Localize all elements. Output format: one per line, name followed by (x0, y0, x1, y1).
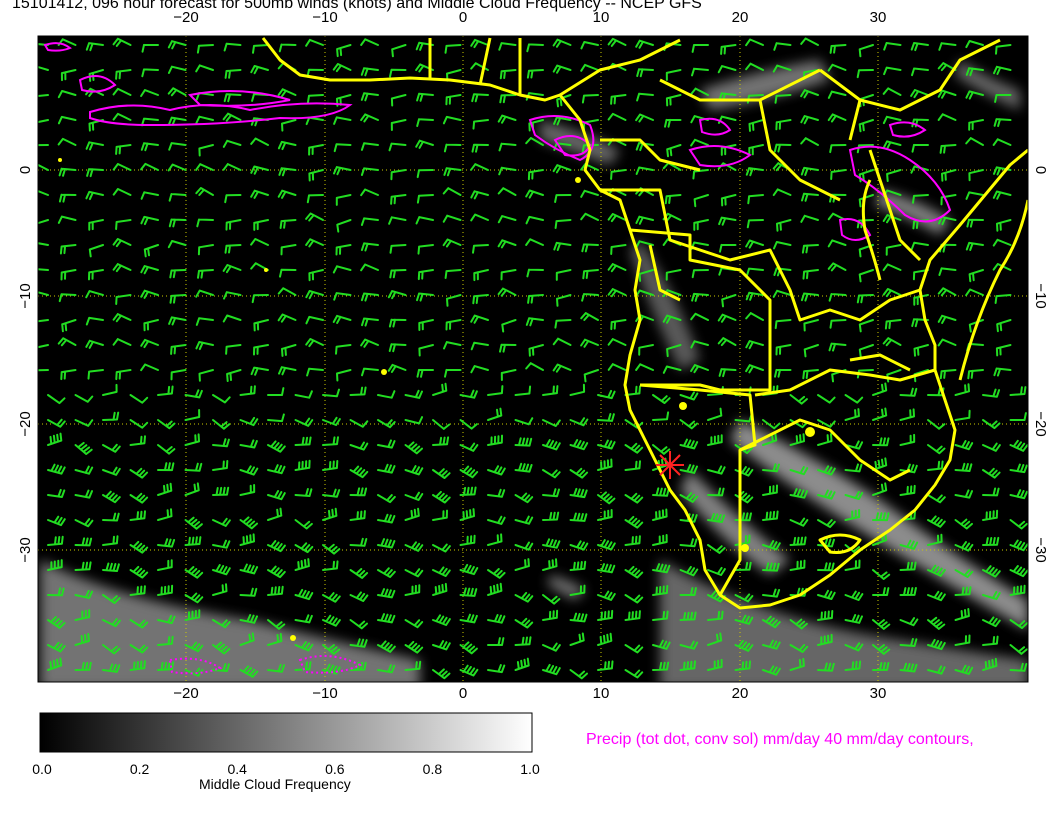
right-lat-tick-label: −30 (1032, 537, 1049, 562)
colorbar-tick-label: 1.0 (520, 761, 540, 777)
top-lon-tick-label: −20 (173, 9, 198, 26)
top-lon-tick-label: −10 (312, 9, 337, 26)
right-lat-tick-label: −20 (1032, 411, 1049, 436)
right-lat-tick-label: −10 (1032, 283, 1049, 308)
precip-legend-note: Precip (tot dot, conv sol) mm/day 40 mm/… (586, 731, 974, 748)
bottom-lon-tick-label: 10 (593, 685, 610, 702)
colorbar-label: Middle Cloud Frequency (199, 776, 351, 792)
top-lon-tick-label: 0 (459, 9, 467, 26)
forecast-map: −20 −20 −10 −10 0 0 10 10 20 20 30 30 0 0 −10 −10 −20 −20… (17, 9, 1049, 753)
top-lon-tick-label: 30 (870, 9, 887, 26)
bottom-lon-tick-label: −20 (173, 685, 198, 702)
colorbar (39, 712, 533, 753)
station-star-icon (656, 451, 684, 479)
bottom-lon-tick-label: 20 (732, 685, 749, 702)
colorbar-tick-label: 0.2 (129, 761, 150, 777)
left-lat-tick-label: −10 (17, 283, 34, 308)
left-lat-tick-label: −20 (17, 411, 34, 436)
colorbar-tick-label: 0.4 (227, 761, 247, 777)
right-lat-tick-label: 0 (1032, 166, 1049, 174)
bottom-lon-tick-label: 30 (870, 685, 887, 702)
colorbar-tick-label: 0.0 (32, 761, 52, 777)
colorbar-tick-label: 0.8 (422, 761, 443, 777)
top-lon-tick-label: 10 (593, 9, 610, 26)
left-lat-tick-label: −30 (17, 537, 34, 562)
left-lat-tick-label: 0 (17, 166, 34, 174)
top-lon-tick-label: 20 (732, 9, 749, 26)
bottom-lon-tick-label: 0 (459, 685, 467, 702)
bottom-lon-tick-label: −10 (312, 685, 337, 702)
colorbar-tick-label: 0.6 (325, 761, 345, 777)
